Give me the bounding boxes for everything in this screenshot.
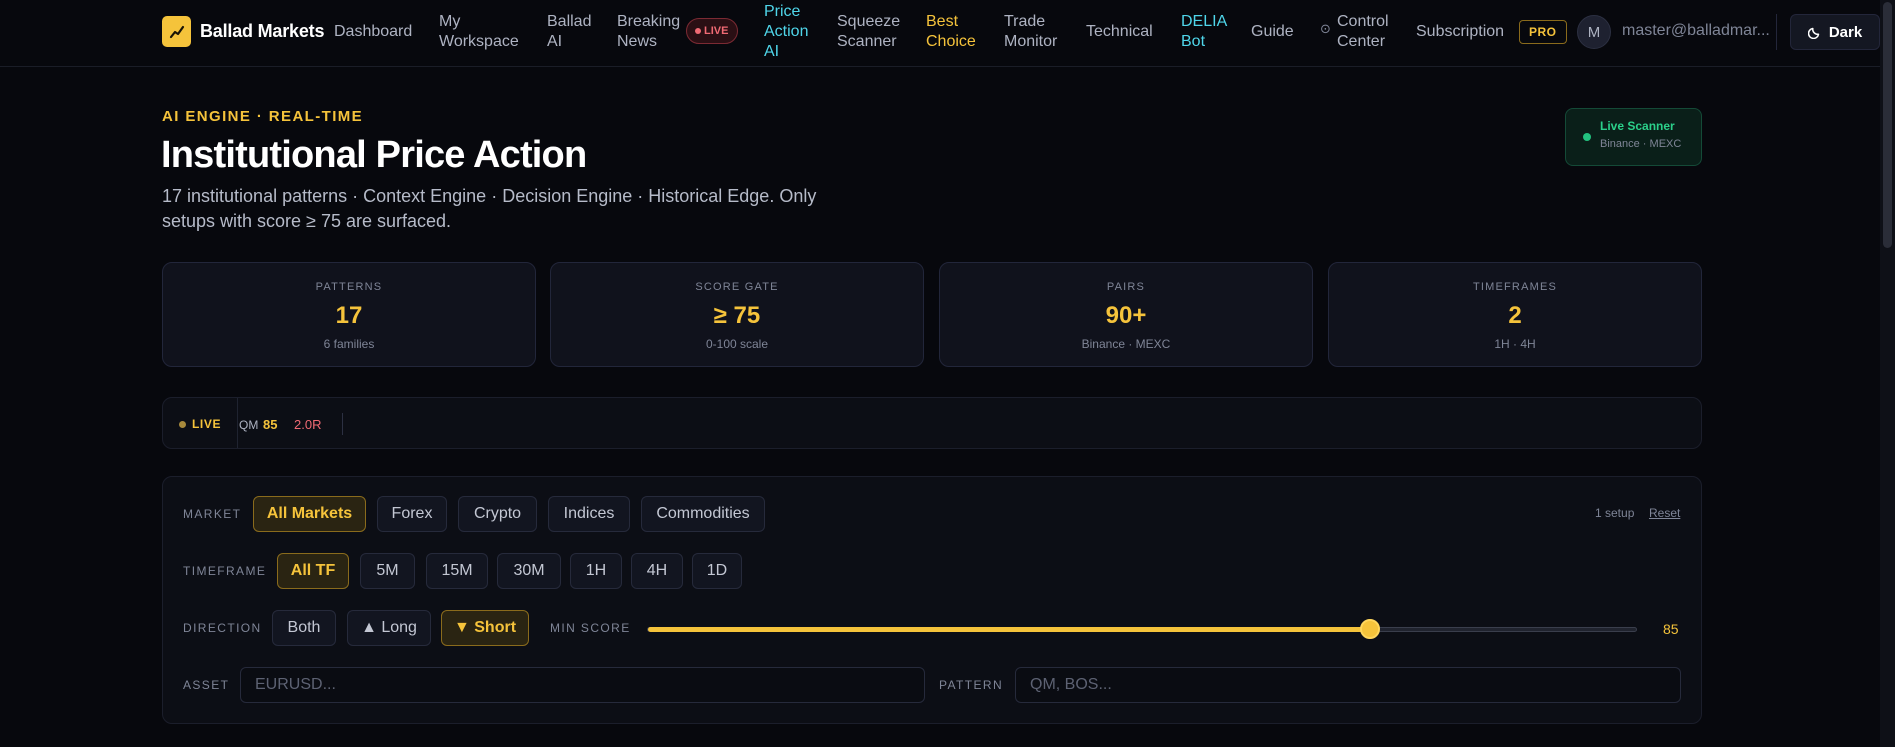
pattern-search-input[interactable] [1015, 667, 1681, 703]
ticker-item-divider [342, 413, 343, 435]
min-score-slider-thumb[interactable] [1360, 619, 1380, 639]
ticker-divider [237, 398, 238, 448]
theme-toggle-label: Dark [1828, 23, 1863, 41]
reset-filters-link[interactable]: Reset [1649, 506, 1680, 520]
timeframe-chip-4h[interactable]: 4H [631, 553, 683, 589]
scanner-status-dot-icon [1583, 133, 1591, 141]
nav-delia-bot[interactable]: DELIA Bot [1181, 12, 1241, 52]
nav-my-workspace[interactable]: My Workspace [439, 12, 529, 52]
direction-chip-long[interactable]: ▲ Long [347, 610, 431, 646]
stat-value: ≥ 75 [713, 302, 761, 329]
brand[interactable]: Ballad Markets [162, 16, 324, 47]
stat-label: TIMEFRAMES [1472, 281, 1558, 293]
nav-subscription[interactable]: Subscription [1416, 22, 1504, 42]
hero-eyebrow: AI ENGINE · REAL-TIME [162, 108, 364, 125]
nav-control-center[interactable]: Control Center [1337, 12, 1407, 52]
breaking-news-live-badge: LIVE [686, 18, 739, 44]
timeframe-chip-all[interactable]: All TF [277, 553, 349, 589]
page-title: Institutional Price Action [161, 134, 587, 176]
theme-toggle-button[interactable]: Dark [1790, 14, 1880, 50]
page-subtitle: 17 institutional patterns · Context Engi… [162, 186, 817, 231]
timeframe-chip-5m[interactable]: 5M [360, 553, 415, 589]
nav-dashboard[interactable]: Dashboard [334, 22, 412, 42]
nav-breaking-news[interactable]: Breaking News [617, 12, 687, 52]
timeframe-chip-1h[interactable]: 1H [570, 553, 622, 589]
nav-best-choice[interactable]: Best Choice [926, 12, 986, 52]
market-chip-all[interactable]: All Markets [253, 496, 366, 532]
timeframe-label: TIMEFRAME [183, 564, 267, 578]
ticker-live-badge: LIVE [179, 417, 221, 431]
nav-divider [1776, 14, 1777, 50]
stat-label: SCORE GATE [695, 281, 779, 293]
market-chip-indices[interactable]: Indices [548, 496, 630, 532]
brand-logo-icon [162, 16, 191, 47]
ticker-live-label: LIVE [192, 417, 222, 431]
nav-technical[interactable]: Technical [1086, 22, 1153, 42]
pro-badge: PRO [1519, 20, 1567, 44]
ticker-live-dot-icon [179, 420, 186, 428]
ticker-score: 85 [263, 417, 278, 432]
min-score-slider-fill [648, 627, 1371, 632]
setup-count: 1 setup [1595, 506, 1635, 520]
timeframe-chip-30m[interactable]: 30M [497, 553, 561, 589]
nav-squeeze-scanner[interactable]: Squeeze Scanner [837, 12, 917, 52]
live-dot-icon [695, 28, 701, 34]
brand-name: Ballad Markets [200, 21, 325, 41]
market-chip-forex[interactable]: Forex [377, 496, 447, 532]
stat-card-timeframes: TIMEFRAMES 2 1H · 4H [1328, 262, 1702, 367]
scanner-sources: Binance · MEXC [1600, 138, 1682, 150]
nav-guide[interactable]: Guide [1251, 22, 1294, 42]
direction-chip-both[interactable]: Both [272, 610, 336, 646]
market-chip-commodities[interactable]: Commodities [641, 496, 765, 532]
stat-sub: Binance · MEXC [1081, 337, 1171, 351]
stat-sub: 1H · 4H [1494, 337, 1536, 351]
direction-chip-short[interactable]: ▼ Short [441, 610, 529, 646]
live-scanner-card: Live Scanner Binance · MEXC [1565, 108, 1702, 166]
nav-price-action-ai[interactable]: Price Action AI [764, 2, 824, 62]
min-score-slider-track[interactable] [647, 627, 1637, 632]
pattern-label: PATTERN [939, 678, 1004, 692]
stat-card-patterns: PATTERNS 17 6 families [162, 262, 536, 367]
stat-value: 17 [335, 302, 363, 329]
min-score-label: MIN SCORE [550, 621, 631, 635]
ticker-pattern[interactable]: QM [239, 418, 258, 432]
live-badge-label: LIVE [704, 25, 729, 37]
top-nav: Ballad Markets Dashboard My Workspace Ba… [0, 0, 1880, 67]
market-label: MARKET [183, 507, 242, 521]
ticker-risk-reward: 2.0R [294, 417, 322, 432]
scanner-title: Live Scanner [1600, 119, 1675, 133]
stat-value: 2 [1508, 302, 1522, 329]
stat-sub: 6 families [323, 337, 375, 351]
stat-value: 90+ [1105, 302, 1147, 329]
nav-trade-monitor[interactable]: Trade Monitor [1004, 12, 1074, 52]
stat-card-pairs: PAIRS 90+ Binance · MEXC [939, 262, 1313, 367]
stat-card-score-gate: SCORE GATE ≥ 75 0-100 scale [550, 262, 924, 367]
asset-search-input[interactable] [240, 667, 925, 703]
user-email[interactable]: master@balladmar... [1622, 22, 1770, 40]
min-score-value: 85 [1663, 621, 1679, 637]
avatar[interactable]: M [1577, 15, 1611, 49]
moon-icon [1807, 27, 1820, 39]
control-center-icon: ⊙ [1320, 21, 1331, 36]
asset-label: ASSET [183, 678, 230, 692]
page-scrollbar[interactable] [1880, 0, 1895, 747]
scrollbar-thumb[interactable] [1883, 2, 1892, 248]
stat-label: PAIRS [1106, 281, 1146, 293]
direction-label: DIRECTION [183, 621, 262, 635]
live-ticker: LIVE QM 85 2.0R [162, 397, 1702, 449]
nav-ballad-ai[interactable]: Ballad AI [547, 12, 607, 52]
filters-panel: MARKET All Markets Forex Crypto Indices … [162, 476, 1702, 724]
market-chip-crypto[interactable]: Crypto [458, 496, 537, 532]
stat-sub: 0-100 scale [705, 337, 769, 351]
timeframe-chip-1d[interactable]: 1D [692, 553, 742, 589]
timeframe-chip-15m[interactable]: 15M [426, 553, 488, 589]
stat-label: PATTERNS [315, 281, 383, 293]
